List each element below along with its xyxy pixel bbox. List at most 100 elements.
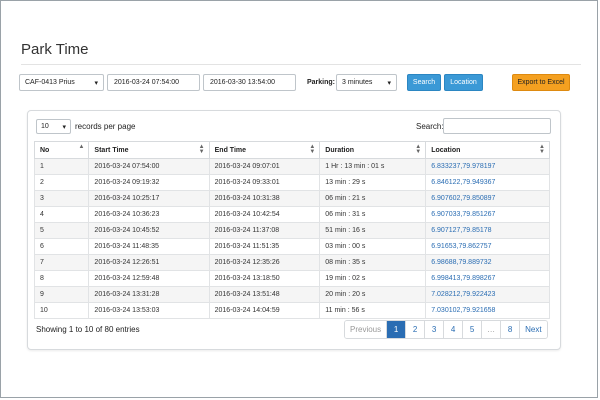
table-row: 4 2016-03-24 10:36:23 2016-03-24 10:42:5… <box>33 206 550 223</box>
pagination-page-2[interactable]: 2 <box>406 321 426 338</box>
table-row: 7 2016-03-24 12:26:51 2016-03-24 12:35:2… <box>33 254 550 271</box>
page-title: Park Time <box>21 41 89 58</box>
cell-duration: 03 min : 00 s <box>319 238 427 255</box>
cell-start-time: 2016-03-24 10:25:17 <box>88 190 210 207</box>
cell-end-time: 2016-03-24 10:42:54 <box>208 206 321 223</box>
pagination-previous[interactable]: Previous <box>345 321 388 338</box>
pagination-next[interactable]: Next <box>520 321 547 338</box>
cell-end-time: 2016-03-24 09:33:01 <box>208 174 321 191</box>
pagination-page-4[interactable]: 4 <box>444 321 464 338</box>
cell-location-link[interactable]: 6.998413,79.898267 <box>425 270 550 287</box>
cell-no: 5 <box>33 222 90 239</box>
cell-location-link[interactable]: 6.907033,79.851267 <box>425 206 550 223</box>
export-excel-button[interactable]: Export to Excel <box>512 74 570 91</box>
cell-duration: 1 Hr : 13 min : 01 s <box>319 158 427 175</box>
records-per-page-select[interactable]: 10 ▾ <box>36 119 71 134</box>
cell-end-time: 2016-03-24 12:35:26 <box>208 254 321 271</box>
cell-start-time: 2016-03-24 13:53:03 <box>88 302 210 319</box>
cell-end-time: 2016-03-24 10:31:38 <box>208 190 321 207</box>
sort-icon: ▲ ▼ <box>415 144 422 155</box>
table-row: 1 2016-03-24 07:54:00 2016-03-24 09:07:0… <box>33 158 550 175</box>
cell-end-time: 2016-03-24 11:37:08 <box>208 222 321 239</box>
table-row: 2 2016-03-24 09:19:32 2016-03-24 09:33:0… <box>33 174 550 191</box>
cell-duration: 11 min : 56 s <box>319 302 427 319</box>
table-row: 10 2016-03-24 13:53:03 2016-03-24 14:04:… <box>33 302 550 319</box>
cell-no: 2 <box>33 174 90 191</box>
cell-duration: 13 min : 29 s <box>319 174 427 191</box>
cell-duration: 06 min : 21 s <box>319 190 427 207</box>
sort-icon: ▲ ▼ <box>539 144 545 155</box>
park-time-table: No ▲ Start Time ▲ ▼ End Time ▲ ▼ Duration … <box>33 141 550 319</box>
cell-no: 7 <box>33 254 90 271</box>
table-search-input[interactable] <box>443 118 551 134</box>
cell-location-link[interactable]: 6.98688,79.889732 <box>425 254 550 271</box>
cell-location-link[interactable]: 6.833237,79.978197 <box>425 158 550 175</box>
cell-duration: 20 min : 20 s <box>319 286 427 303</box>
title-divider <box>21 64 581 65</box>
cell-start-time: 2016-03-24 11:48:35 <box>88 238 210 255</box>
sort-icon: ▲ ▼ <box>198 144 205 155</box>
from-datetime-value: 2016-03-24 07:54:00 <box>114 79 179 86</box>
cell-duration: 08 min : 35 s <box>319 254 427 271</box>
cell-duration: 51 min : 16 s <box>319 222 427 239</box>
cell-start-time: 2016-03-24 10:45:52 <box>88 222 210 239</box>
table-row: 3 2016-03-24 10:25:17 2016-03-24 10:31:3… <box>33 190 550 207</box>
cell-start-time: 2016-03-24 12:59:48 <box>88 270 210 287</box>
cell-duration: 19 min : 02 s <box>319 270 427 287</box>
column-header-duration[interactable]: Duration ▲ ▼ <box>319 141 427 159</box>
pagination-ellipsis: … <box>482 321 502 338</box>
column-header-location[interactable]: Location ▲ ▼ <box>425 141 550 159</box>
vehicle-select[interactable]: CAF-0413 Prius ▾ <box>19 74 104 91</box>
pagination: Previous 1 2 3 4 5 … 8 Next <box>344 320 548 339</box>
pagination-page-8[interactable]: 8 <box>501 321 521 338</box>
from-datetime-input[interactable]: 2016-03-24 07:54:00 <box>107 74 200 91</box>
pagination-page-1[interactable]: 1 <box>387 321 407 338</box>
cell-location-link[interactable]: 6.907602,79.850897 <box>425 190 550 207</box>
table-row: 6 2016-03-24 11:48:35 2016-03-24 11:51:3… <box>33 238 550 255</box>
sort-icon: ▲ ▼ <box>309 144 316 155</box>
cell-no: 3 <box>33 190 90 207</box>
cell-location-link[interactable]: 7.028212,79.922423 <box>425 286 550 303</box>
table-row: 5 2016-03-24 10:45:52 2016-03-24 11:37:0… <box>33 222 550 239</box>
cell-end-time: 2016-03-24 14:04:59 <box>208 302 321 319</box>
cell-end-time: 2016-03-24 11:51:35 <box>208 238 321 255</box>
column-header-no[interactable]: No ▲ <box>33 141 90 159</box>
to-datetime-input[interactable]: 2016-03-30 13:54:00 <box>203 74 296 91</box>
table-header-row: No ▲ Start Time ▲ ▼ End Time ▲ ▼ Duration … <box>33 141 550 159</box>
cell-location-link[interactable]: 6.846122,79.949367 <box>425 174 550 191</box>
cell-end-time: 2016-03-24 13:18:50 <box>208 270 321 287</box>
cell-no: 8 <box>33 270 90 287</box>
cell-end-time: 2016-03-24 09:07:01 <box>208 158 321 175</box>
table-search-label: Search: <box>416 122 444 131</box>
cell-no: 1 <box>33 158 90 175</box>
column-header-start-time[interactable]: Start Time ▲ ▼ <box>88 141 210 159</box>
chevron-down-icon: ▾ <box>62 123 66 131</box>
parking-label: Parking: <box>307 79 336 86</box>
cell-location-link[interactable]: 6.907127,79.85178 <box>425 222 550 239</box>
table-row: 8 2016-03-24 12:59:48 2016-03-24 13:18:5… <box>33 270 550 287</box>
location-button[interactable]: Location <box>444 74 483 91</box>
cell-start-time: 2016-03-24 09:19:32 <box>88 174 210 191</box>
chevron-down-icon: ▾ <box>387 79 391 87</box>
parking-select[interactable]: 3 minutes ▾ <box>336 74 397 91</box>
cell-location-link[interactable]: 6.91653,79.862757 <box>425 238 550 255</box>
vehicle-select-value: CAF-0413 Prius <box>25 79 75 86</box>
pagination-page-5[interactable]: 5 <box>463 321 483 338</box>
cell-no: 6 <box>33 238 90 255</box>
pagination-page-3[interactable]: 3 <box>425 321 445 338</box>
cell-end-time: 2016-03-24 13:51:48 <box>208 286 321 303</box>
sort-asc-icon: ▲ <box>78 144 85 150</box>
cell-start-time: 2016-03-24 07:54:00 <box>88 158 210 175</box>
to-datetime-value: 2016-03-30 13:54:00 <box>210 79 275 86</box>
chevron-down-icon: ▾ <box>94 79 98 87</box>
cell-start-time: 2016-03-24 10:36:23 <box>88 206 210 223</box>
column-header-end-time[interactable]: End Time ▲ ▼ <box>208 141 321 159</box>
cell-location-link[interactable]: 7.030102,79.921658 <box>425 302 550 319</box>
records-per-page-value: 10 <box>41 123 49 130</box>
cell-no: 10 <box>33 302 90 319</box>
cell-duration: 06 min : 31 s <box>319 206 427 223</box>
records-per-page-label: records per page <box>75 122 136 131</box>
search-button[interactable]: Search <box>407 74 441 91</box>
parking-select-value: 3 minutes <box>342 79 373 86</box>
cell-no: 9 <box>33 286 90 303</box>
